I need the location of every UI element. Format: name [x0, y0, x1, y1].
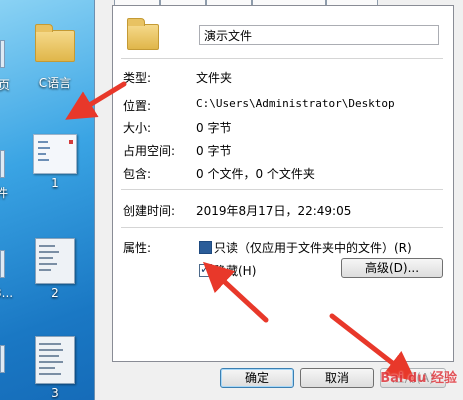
hidden-label[interactable]: 隐藏(H) [214, 262, 256, 279]
partial-icon[interactable] [0, 40, 5, 68]
divider [121, 227, 443, 228]
desktop-icon-label: 1 [51, 176, 59, 190]
cancel-button[interactable]: 取消 [300, 368, 374, 388]
field-value: 0 字节 [196, 144, 232, 158]
desktop-icon-1[interactable]: 1 [18, 134, 92, 190]
general-tab-panel: 类型: 文件夹 位置: C:\Users\Administrator\Deskt… [112, 5, 454, 362]
readonly-checkbox[interactable] [199, 241, 212, 254]
desktop-icon-2[interactable]: 2 [18, 238, 92, 300]
thumbnail-icon [35, 336, 75, 384]
desktop-icon-c-language[interactable]: C语言 [18, 24, 92, 91]
field-value: C:\Users\Administrator\Desktop [196, 97, 395, 110]
field-label: 大小: [123, 121, 152, 135]
desktop-icon-label: 3 [51, 386, 59, 400]
field-value: 0 字节 [196, 121, 232, 135]
divider [121, 58, 443, 59]
field-label: 位置: [123, 99, 152, 113]
ok-button[interactable]: 确定 [220, 368, 294, 388]
field-label: 包含: [123, 167, 152, 181]
partial-icon-label[interactable]: 3... [0, 286, 13, 300]
desktop-icon-label: 2 [51, 286, 59, 300]
readonly-label[interactable]: 只读（仅应用于文件夹中的文件）(R) [214, 239, 412, 256]
folder-icon [127, 18, 159, 50]
properties-dialog-content: 类型: 文件夹 位置: C:\Users\Administrator\Deskt… [100, 0, 457, 400]
watermark: Bai du 经验 [380, 371, 457, 386]
field-label: 创建时间: [123, 204, 176, 218]
folder-icon [35, 24, 75, 62]
desktop-icon-3[interactable]: 3 [18, 336, 92, 400]
desktop-icon-label: C语言 [38, 76, 72, 90]
thumbnail-icon [35, 238, 75, 284]
hidden-checkbox[interactable] [199, 262, 212, 277]
field-value: 0 个文件，0 个文件夹 [196, 167, 315, 181]
field-label: 属性: [123, 241, 152, 255]
partial-icon-label[interactable]: 页 [0, 76, 10, 93]
partial-icon[interactable] [0, 345, 5, 373]
field-label: 类型: [123, 71, 152, 85]
field-value: 文件夹 [196, 71, 233, 85]
advanced-button[interactable]: 高级(D)... [341, 258, 443, 278]
field-value: 2019年8月17日，22:49:05 [196, 204, 352, 218]
document-icon [33, 134, 77, 174]
field-label: 占用空间: [123, 144, 176, 158]
partial-icon[interactable] [0, 250, 5, 278]
divider [121, 189, 443, 190]
folder-name-input[interactable] [199, 25, 439, 45]
partial-icon[interactable] [0, 150, 5, 178]
partial-icon-label[interactable]: 件 [0, 184, 8, 201]
